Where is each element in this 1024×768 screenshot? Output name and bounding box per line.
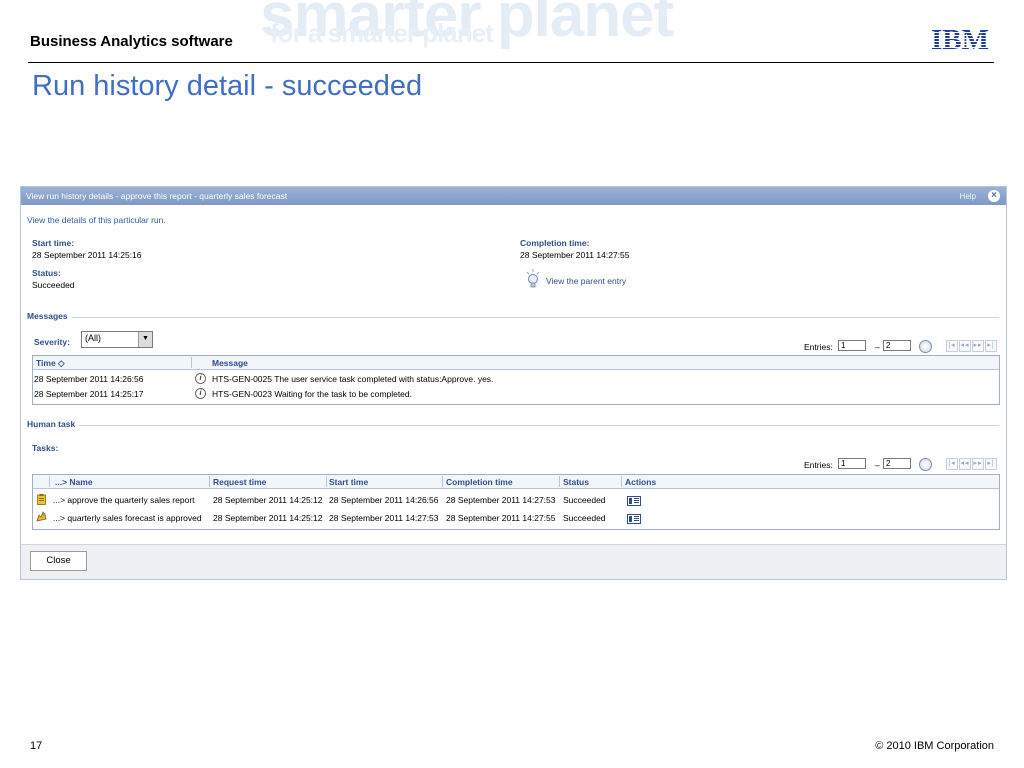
close-button[interactable]: Close — [30, 551, 87, 571]
run-history-dialog: View run history details - approve this … — [20, 186, 1007, 580]
page-number: 17 — [30, 740, 43, 752]
message-text: HTS-GEN-0025 The user service task compl… — [212, 374, 494, 384]
table-row[interactable]: 28 September 2011 14:26:56 i HTS-GEN-002… — [33, 371, 999, 386]
start-time-label: Start time: — [32, 238, 75, 248]
task-completion-time: 28 September 2011 14:27:55 — [446, 513, 556, 523]
view-details-icon[interactable] — [627, 514, 641, 524]
severity-select[interactable]: (All) ▼ — [81, 331, 153, 348]
view-details-icon[interactable] — [627, 496, 641, 506]
task-start-time: 28 September 2011 14:26:56 — [329, 495, 439, 505]
tasks-table-header: ...> Name Request time Start time Comple… — [33, 475, 999, 489]
entries-label: Entries: — [804, 342, 833, 352]
dialog-description: View the details of this particular run. — [27, 215, 166, 225]
first-page-icon[interactable]: |◂ — [946, 340, 958, 352]
messages-entries: Entries: 1 – 2 |◂ ◂◂ ▸▸ ▸| — [804, 340, 997, 353]
task-status: Succeeded — [563, 495, 606, 505]
first-page-icon[interactable]: |◂ — [946, 458, 958, 470]
severity-label: Severity: — [34, 337, 70, 347]
copyright: © 2010 IBM Corporation — [875, 740, 994, 752]
messages-section-header: Messages — [27, 311, 999, 321]
start-time-value: 28 September 2011 14:25:16 — [32, 250, 142, 260]
messages-table-header: Time ◇ Message — [33, 356, 999, 370]
last-page-icon[interactable]: ▸| — [985, 340, 997, 352]
info-icon: i — [195, 388, 206, 399]
completion-time-label: Completion time: — [520, 238, 590, 248]
human-task-section-header: Human task — [27, 419, 999, 429]
prev-page-icon[interactable]: ◂◂ — [959, 340, 971, 352]
next-page-icon[interactable]: ▸▸ — [972, 458, 984, 470]
dialog-titlebar: View run history details - approve this … — [21, 187, 1006, 205]
human-task-section-label: Human task — [27, 419, 80, 429]
status-value: Succeeded — [32, 280, 75, 290]
table-row[interactable]: ...> quarterly sales forecast is approve… — [33, 510, 999, 525]
task-completion-time: 28 September 2011 14:27:53 — [446, 495, 556, 505]
chevron-down-icon[interactable]: ▼ — [138, 332, 152, 347]
entries-dash: – — [875, 460, 880, 470]
help-link[interactable]: Help — [960, 192, 976, 201]
pager-controls: |◂ ◂◂ ▸▸ ▸| — [946, 458, 998, 470]
last-page-icon[interactable]: ▸| — [985, 458, 997, 470]
entries-from-input[interactable]: 1 — [838, 458, 866, 469]
message-time: 28 September 2011 14:25:17 — [34, 389, 144, 399]
column-header-time[interactable]: Time ◇ — [36, 358, 65, 369]
go-icon[interactable] — [919, 340, 932, 353]
column-header-status[interactable]: Status — [563, 477, 589, 487]
prev-page-icon[interactable]: ◂◂ — [959, 458, 971, 470]
close-icon[interactable]: × — [988, 190, 1000, 202]
column-header-message[interactable]: Message — [212, 358, 248, 368]
slide-title: Run history detail - succeeded — [32, 70, 423, 102]
tasks-table: ...> Name Request time Start time Comple… — [32, 474, 1000, 530]
entries-to-input[interactable]: 2 — [883, 340, 911, 351]
go-icon[interactable] — [919, 458, 932, 471]
column-header-actions: Actions — [625, 477, 657, 487]
task-start-time: 28 September 2011 14:27:53 — [329, 513, 439, 523]
task-name[interactable]: ...> quarterly sales forecast is approve… — [53, 513, 202, 523]
task-status: Succeeded — [563, 513, 606, 523]
messages-section-label: Messages — [27, 311, 72, 321]
table-row[interactable]: ...> approve the quarterly sales report … — [33, 492, 999, 507]
tasks-label: Tasks: — [32, 443, 59, 453]
dialog-title: View run history details - approve this … — [26, 191, 288, 201]
svg-text:IBM: IBM — [931, 24, 989, 52]
dialog-footer: Close — [21, 544, 1006, 579]
task-name[interactable]: ...> approve the quarterly sales report — [53, 495, 195, 505]
column-header-completion-time[interactable]: Completion time — [446, 477, 513, 487]
ibm-logo: IBM — [931, 24, 989, 52]
status-label: Status: — [32, 268, 61, 278]
message-text: HTS-GEN-0023 Waiting for the task to be … — [212, 389, 412, 399]
task-request-time: 28 September 2011 14:25:12 — [213, 513, 323, 523]
entries-label: Entries: — [804, 460, 833, 470]
column-header-request-time[interactable]: Request time — [213, 477, 266, 487]
severity-value: (All) — [85, 333, 101, 343]
pager-controls: |◂ ◂◂ ▸▸ ▸| — [946, 340, 998, 352]
entries-from-input[interactable]: 1 — [838, 340, 866, 351]
entries-to-input[interactable]: 2 — [883, 458, 911, 469]
info-icon: i — [195, 373, 206, 384]
message-time: 28 September 2011 14:26:56 — [34, 374, 144, 384]
table-row[interactable]: 28 September 2011 14:25:17 i HTS-GEN-002… — [33, 386, 999, 401]
lightbulb-icon — [526, 269, 540, 288]
messages-table: Time ◇ Message 28 September 2011 14:26:5… — [32, 355, 1000, 405]
slide-header-title: Business Analytics software — [30, 33, 233, 50]
clipboard-icon — [37, 494, 46, 505]
next-page-icon[interactable]: ▸▸ — [972, 340, 984, 352]
column-header-name[interactable]: ...> Name — [55, 477, 93, 487]
header-rule — [28, 62, 994, 63]
entries-dash: – — [875, 342, 880, 352]
view-parent-entry-link[interactable]: View the parent entry — [546, 276, 626, 286]
approval-hand-icon — [36, 511, 47, 522]
watermark-line-2: for a smarter planet — [270, 18, 494, 48]
background-watermark: smarter planet for a smarter planet — [260, 0, 900, 66]
tasks-entries: Entries: 1 – 2 |◂ ◂◂ ▸▸ ▸| — [804, 458, 997, 471]
completion-time-value: 28 September 2011 14:27:55 — [520, 250, 630, 260]
task-request-time: 28 September 2011 14:25:12 — [213, 495, 323, 505]
column-header-start-time[interactable]: Start time — [329, 477, 368, 487]
